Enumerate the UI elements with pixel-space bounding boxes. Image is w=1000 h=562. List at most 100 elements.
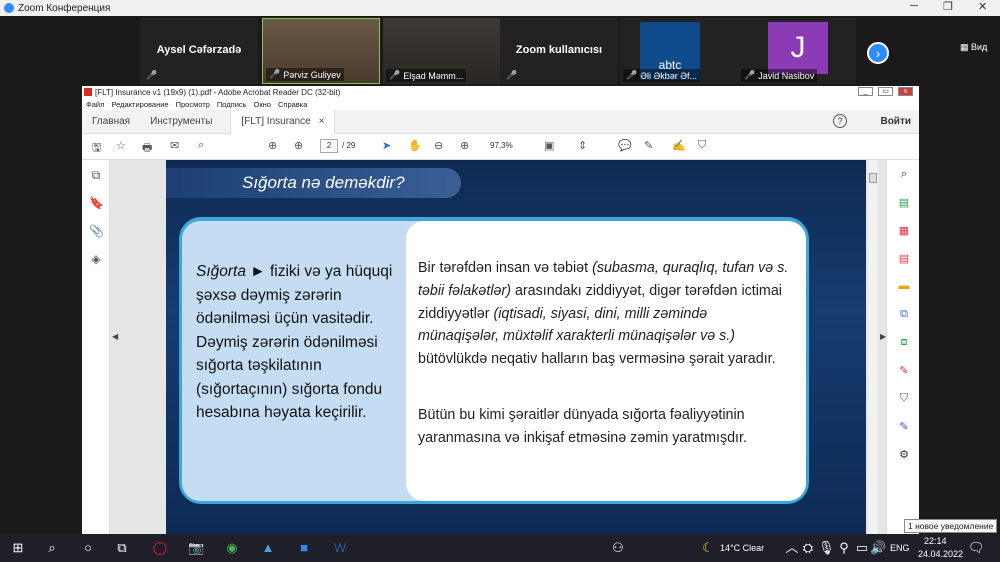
sign-icon[interactable]: ✍ [672,139,686,152]
muted-mic-icon: 🎤 [389,70,401,80]
photos-icon[interactable]: ▲ [260,540,276,556]
bookmark-icon[interactable]: 🔖 [89,196,104,210]
close-icon[interactable]: x [898,87,913,96]
more-tools-icon[interactable]: ⚙ [897,448,911,462]
muted-mic-icon: 🎤 [269,69,281,79]
opera-icon[interactable]: ◯ [152,540,168,556]
participant-tile-active[interactable]: 🎤 Pərviz Guliyev [262,18,380,84]
notification-toast[interactable]: 1 новое уведомление [904,519,998,533]
camera-icon[interactable]: 📷 [188,540,204,556]
participant-tile[interactable]: 🎤 Elşad Məmm... [383,18,501,84]
volume-icon[interactable]: 🔊 [870,540,886,556]
organize-pages-icon[interactable]: ▦ [897,224,911,238]
protect-icon[interactable]: ⛉ [897,392,911,406]
tray-expand-icon[interactable]: ︿ [784,540,800,556]
zoom-title-bar: Zoom Конференция ─ ❐ ✕ [0,0,1000,16]
tab-close-icon[interactable]: × [319,110,325,134]
document-area: ⧉ 🔖 📎 ◈ ◀ Sığorta nə deməkdir? Sığorta ►… [82,160,919,534]
participant-caption: 🎤 Əli Əkbər Əf... [623,69,701,82]
mic-icon[interactable]: ⚲ [836,540,852,556]
page-number-input[interactable]: 2 [320,139,338,153]
highlight-icon[interactable]: ✎ [644,139,653,152]
battery-icon[interactable]: ▭ [854,540,870,556]
export-pdf-icon[interactable]: ▤ [897,252,911,266]
task-view-icon[interactable]: ⧉ [114,540,130,556]
participant-caption: 🎤 Elşad Məmm... [386,69,467,82]
star-icon[interactable]: ☆ [116,139,126,152]
hand-tool-icon[interactable]: ✋ [408,139,422,152]
notifications-icon[interactable]: 🗨 [968,540,985,556]
sign-in-button[interactable]: Войти [880,110,911,134]
combine-icon[interactable]: ⧉ [897,308,911,322]
start-icon[interactable]: ⊞ [10,540,26,556]
network-icon[interactable]: ⛭ [800,540,816,556]
acrobat-title: [FLT] Insurance v1 (19x9) (1).pdf - Adob… [95,87,341,97]
language-indicator[interactable]: ENG [890,543,910,553]
zoom-tool-icon[interactable]: ⌕ [897,168,911,182]
scroll-mode-icon[interactable]: ⇕ [578,139,587,152]
zoom-window-title: Zoom Конференция [18,2,111,14]
pages-icon[interactable]: ⧉ [89,168,103,182]
zoom-out-icon[interactable]: ⊖ [434,139,443,152]
menu-view[interactable]: Просмотр [176,100,210,109]
save-icon[interactable]: 🖫 [92,139,101,158]
avatar: J [768,22,828,74]
cortana-icon[interactable]: ○ [80,540,96,556]
weather-text[interactable]: 14°C Clear [720,543,764,553]
tab-document[interactable]: [FLT] Insurance v1 (...× [230,109,336,151]
clock-time[interactable]: 22:14 [924,536,947,546]
zoom-in-icon[interactable]: ⊕ [460,139,469,152]
comment-tool-icon[interactable]: ▬ [897,280,911,294]
next-page-button[interactable]: › [867,42,889,64]
next-page-icon[interactable]: ⊕ [294,139,303,152]
participant-name: Zoom kullanıcısı [515,44,603,56]
restore-icon[interactable]: ❐ [943,0,953,13]
slide-title: Sığorta nə deməkdir? [242,173,405,192]
minimize-icon[interactable]: _ [858,87,873,96]
mic-icon[interactable]: 🎙 [818,540,835,556]
menu-edit[interactable]: Редактирование [111,100,168,109]
compress-icon[interactable]: ⧈ [897,336,911,350]
prev-page-icon[interactable]: ⊕ [268,139,277,152]
tab-tools[interactable]: Инструменты [140,110,222,134]
menu-sign[interactable]: Подпись [217,100,247,109]
select-tool-icon[interactable]: ➤ [382,139,391,152]
close-icon[interactable]: ✕ [978,0,987,13]
zoom-logo-icon [4,3,14,13]
stamp-icon[interactable]: ⛉ [698,139,706,152]
participant-caption: 🎤 Pərviz Guliyev [266,68,344,81]
participant-tile[interactable]: Zoom kullanıcısı 🎤 [500,18,618,84]
scroll-thumb[interactable] [869,173,877,183]
participant-tile[interactable]: abtc 🎤 Əli Əkbər Əf... [620,18,738,84]
vertical-scrollbar[interactable] [868,160,878,534]
participant-name: Aysel Cəfərzadə [156,44,242,56]
menu-file[interactable]: Файл [86,100,104,109]
zoom-level[interactable]: 97,3% [490,141,513,150]
fill-sign-icon[interactable]: ✎ [897,364,911,378]
participant-tile[interactable]: J 🎤 Javid Nasibov [738,18,856,84]
search-icon[interactable]: ⌕ [198,139,204,152]
create-pdf-icon[interactable]: ▤ [897,196,911,210]
attachment-icon[interactable]: 📎 [89,224,104,238]
print-icon[interactable]: 🖶 [142,139,152,158]
menu-help[interactable]: Справка [278,100,307,109]
email-icon[interactable]: ✉ [170,139,179,152]
people-icon[interactable]: ⚇ [610,540,626,556]
zoom-app-icon[interactable]: ■ [296,540,312,556]
menu-window[interactable]: Окно [254,100,271,109]
search-icon[interactable]: ⌕ [44,540,60,556]
layers-icon[interactable]: ◈ [89,252,103,266]
chrome-icon[interactable]: ◉ [224,540,240,556]
participant-tile[interactable]: Aysel Cəfərzadə 🎤 [140,18,258,84]
fit-page-icon[interactable]: ▣ [544,139,554,152]
clock-date[interactable]: 24.04.2022 [918,549,963,559]
comment-icon[interactable]: 💬 [618,139,632,152]
restore-icon[interactable]: ▭ [878,87,893,96]
word-icon[interactable]: W [332,540,348,556]
help-button[interactable]: ? [833,114,847,128]
tab-home[interactable]: Главная [82,110,140,134]
collapse-left-icon[interactable]: ◀ [112,332,118,341]
edit-pdf-icon[interactable]: ✎ [897,420,911,434]
view-button[interactable]: ▦ Вид [960,42,987,53]
minimize-icon[interactable]: ─ [910,0,918,12]
